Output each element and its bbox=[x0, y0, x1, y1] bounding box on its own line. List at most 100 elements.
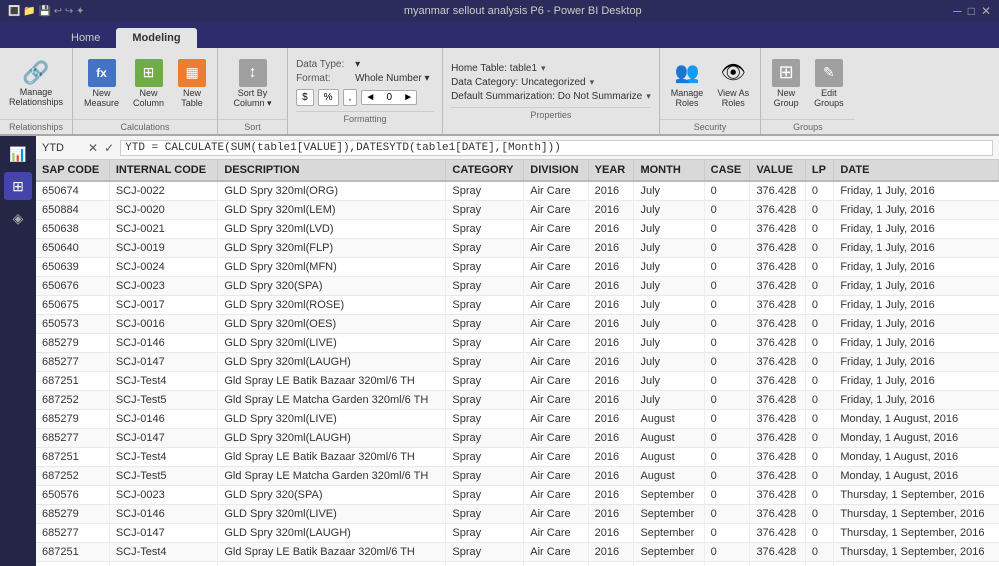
table-cell: 2016 bbox=[588, 372, 634, 391]
table-cell: Air Care bbox=[524, 391, 588, 410]
table-cell: 2016 bbox=[588, 410, 634, 429]
table-cell: Spray bbox=[446, 505, 524, 524]
decimal-input[interactable] bbox=[378, 92, 400, 103]
table-container[interactable]: SAP CODE INTERNAL CODE DESCRIPTION CATEG… bbox=[36, 160, 999, 566]
table-cell: 0 bbox=[704, 505, 750, 524]
new-table-btn[interactable]: ▦ NewTable bbox=[173, 56, 211, 112]
col-year[interactable]: YEAR bbox=[588, 160, 634, 181]
table-cell: 0 bbox=[805, 429, 833, 448]
table-cell: 0 bbox=[805, 296, 833, 315]
table-cell: July bbox=[634, 296, 704, 315]
table-cell: 0 bbox=[805, 315, 833, 334]
table-cell: 376.428 bbox=[750, 296, 805, 315]
table-cell: 0 bbox=[704, 277, 750, 296]
col-division[interactable]: DIVISION bbox=[524, 160, 588, 181]
col-date[interactable]: DATE bbox=[834, 160, 999, 181]
table-cell: SCJ-0147 bbox=[109, 429, 218, 448]
view-as-roles-btn[interactable]: 👁 View AsRoles bbox=[712, 56, 754, 112]
decrease-decimal-btn[interactable]: ◄ bbox=[362, 91, 378, 104]
sidebar-icon-report[interactable]: 📊 bbox=[4, 140, 32, 168]
table-cell: GLD Spry 320ml(FLP) bbox=[218, 239, 446, 258]
table-cell: Spray bbox=[446, 524, 524, 543]
manage-roles-icon: 👥 bbox=[673, 59, 701, 87]
table-cell: Spray bbox=[446, 201, 524, 220]
ribbon-formatting-section: Data Type: ▾ Format: Whole Number ▾ $ % … bbox=[288, 48, 443, 134]
sort-label: Sort ByColumn ▾ bbox=[234, 89, 272, 109]
new-group-btn[interactable]: ⊞ NewGroup bbox=[767, 56, 805, 112]
table-cell: Air Care bbox=[524, 372, 588, 391]
table-cell: August bbox=[634, 467, 704, 486]
table-cell: 650638 bbox=[36, 220, 109, 239]
table-cell: 2016 bbox=[588, 220, 634, 239]
new-table-icon: ▦ bbox=[178, 59, 206, 87]
data-category-value[interactable]: Data Category: Uncategorized bbox=[451, 77, 586, 88]
format-value[interactable]: Whole Number ▾ bbox=[355, 73, 430, 84]
relationships-label: ManageRelationships bbox=[9, 88, 63, 108]
table-cell: GLD Spry 320ml(LIVE) bbox=[218, 505, 446, 524]
table-cell: 687251 bbox=[36, 372, 109, 391]
manage-roles-btn[interactable]: 👥 ManageRoles bbox=[666, 56, 709, 112]
formula-cancel-icon[interactable]: ✕ bbox=[88, 141, 98, 155]
percent-btn[interactable]: % bbox=[318, 89, 339, 106]
ribbon-sort-section: ↕ Sort ByColumn ▾ Sort bbox=[218, 48, 288, 134]
table-cell: Friday, 1 July, 2016 bbox=[834, 220, 999, 239]
new-measure-label: NewMeasure bbox=[84, 89, 119, 109]
new-measure-btn[interactable]: fx NewMeasure bbox=[79, 56, 124, 112]
table-cell: 0 bbox=[805, 181, 833, 201]
tab-modeling[interactable]: Modeling bbox=[116, 28, 196, 48]
table-cell: July bbox=[634, 277, 704, 296]
dollar-btn[interactable]: $ bbox=[296, 89, 314, 106]
table-cell: Air Care bbox=[524, 486, 588, 505]
table-cell: 2016 bbox=[588, 258, 634, 277]
increase-decimal-btn[interactable]: ► bbox=[400, 91, 416, 104]
sidebar-icon-data[interactable]: ⊞ bbox=[4, 172, 32, 200]
table-cell: Gld Spray LE Matcha Garden 320ml/6 TH bbox=[218, 562, 446, 566]
table-cell: Gld Spray LE Batik Bazaar 320ml/6 TH bbox=[218, 543, 446, 562]
table-cell: Friday, 1 July, 2016 bbox=[834, 239, 999, 258]
default-summarization-value[interactable]: Default Summarization: Do Not Summarize bbox=[451, 91, 642, 102]
col-value[interactable]: VALUE bbox=[750, 160, 805, 181]
table-cell: 650640 bbox=[36, 239, 109, 258]
col-category[interactable]: CATEGORY bbox=[446, 160, 524, 181]
table-cell: 0 bbox=[704, 372, 750, 391]
comma-btn[interactable]: , bbox=[343, 89, 358, 106]
table-cell: Air Care bbox=[524, 296, 588, 315]
edit-groups-btn[interactable]: ✎ EditGroups bbox=[809, 56, 849, 112]
title-bar: 🔳 📁 💾 ↩ ↪ ✦ myanmar sellout analysis P6 … bbox=[0, 0, 999, 22]
col-sap-code[interactable]: SAP CODE bbox=[36, 160, 109, 181]
table-cell: 376.428 bbox=[750, 315, 805, 334]
table-cell: 376.428 bbox=[750, 562, 805, 566]
table-cell: SCJ-0146 bbox=[109, 505, 218, 524]
minimize-btn[interactable]: ─ bbox=[953, 4, 962, 18]
table-row: 687252SCJ-Test5Gld Spray LE Matcha Garde… bbox=[36, 391, 999, 410]
table-cell: 2016 bbox=[588, 429, 634, 448]
tab-home[interactable]: Home bbox=[55, 28, 116, 48]
table-cell: Spray bbox=[446, 562, 524, 566]
ribbon-calculations-section: fx NewMeasure ⊞ NewColumn ▦ NewTable Cal… bbox=[73, 48, 218, 134]
close-btn[interactable]: ✕ bbox=[981, 4, 991, 18]
table-cell: Spray bbox=[446, 410, 524, 429]
col-description[interactable]: DESCRIPTION bbox=[218, 160, 446, 181]
table-cell: 376.428 bbox=[750, 220, 805, 239]
table-cell: 650576 bbox=[36, 486, 109, 505]
table-cell: 0 bbox=[805, 353, 833, 372]
table-cell: July bbox=[634, 391, 704, 410]
table-cell: 376.428 bbox=[750, 353, 805, 372]
sort-by-column-btn[interactable]: ↕ Sort ByColumn ▾ bbox=[228, 56, 278, 112]
col-internal-code[interactable]: INTERNAL CODE bbox=[109, 160, 218, 181]
col-lp[interactable]: LP bbox=[805, 160, 833, 181]
table-cell: 376.428 bbox=[750, 543, 805, 562]
col-month[interactable]: MONTH bbox=[634, 160, 704, 181]
table-cell: SCJ-Test5 bbox=[109, 391, 218, 410]
table-cell: 2016 bbox=[588, 524, 634, 543]
sidebar-icon-model[interactable]: ◈ bbox=[4, 204, 32, 232]
table-cell: July bbox=[634, 258, 704, 277]
home-table-value[interactable]: Home Table: table1 bbox=[451, 63, 537, 74]
data-type-value[interactable]: ▾ bbox=[355, 59, 360, 70]
formula-input-display[interactable]: YTD = CALCULATE(SUM(table1[VALUE]),DATES… bbox=[120, 140, 993, 156]
manage-relationships-btn[interactable]: 🔗 ManageRelationships bbox=[4, 57, 68, 111]
col-case[interactable]: CASE bbox=[704, 160, 750, 181]
maximize-btn[interactable]: □ bbox=[968, 4, 975, 18]
formula-confirm-icon[interactable]: ✓ bbox=[104, 141, 114, 155]
new-column-btn[interactable]: ⊞ NewColumn bbox=[128, 56, 169, 112]
